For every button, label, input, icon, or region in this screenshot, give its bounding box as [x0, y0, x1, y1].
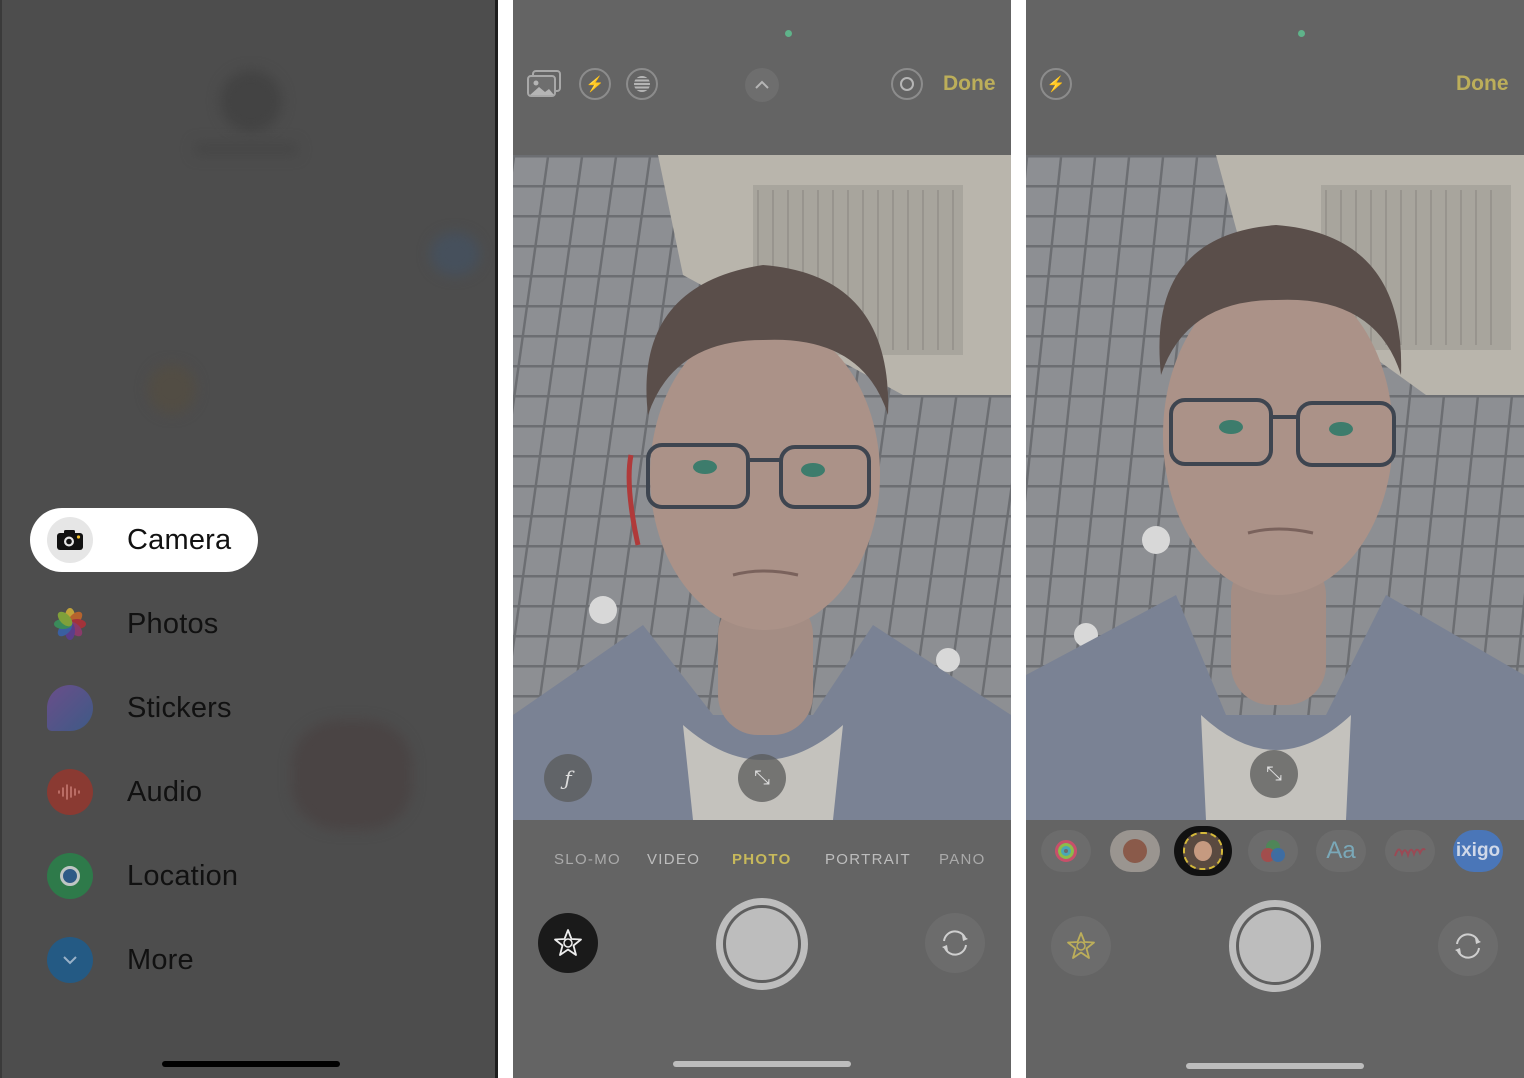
menu-item-label: Location [127, 859, 239, 892]
text-effect-label: Aa [1326, 837, 1356, 864]
filter-icon: ƒ [564, 766, 572, 790]
shapes-scribble-icon [1394, 848, 1426, 859]
effect-shapes[interactable] [1385, 830, 1435, 872]
camera-photo-mode-panel: ⚡ Done ƒ ⤡ SLO-MO VIDEO PHOTO PORTRAIT P… [513, 0, 1011, 1078]
mode-photo[interactable]: PHOTO [732, 851, 792, 868]
selfie-preview [513, 155, 1011, 820]
flip-camera-button[interactable] [925, 913, 985, 973]
flip-camera-icon [1455, 933, 1481, 959]
done-button[interactable]: Done [943, 72, 996, 96]
memoji-icon [1183, 832, 1223, 870]
expand-icon: ⤡ [1266, 762, 1282, 785]
chevron-down-icon [47, 937, 93, 983]
effects-button[interactable] [538, 913, 598, 973]
expand-controls-button[interactable] [745, 68, 779, 102]
camera-in-use-indicator [1298, 30, 1305, 37]
blurred-message-bubble [430, 232, 480, 276]
audio-waveform-icon [47, 769, 93, 815]
effect-memoji-selected[interactable] [1174, 826, 1232, 876]
mode-video[interactable]: VIDEO [647, 851, 700, 868]
blurred-contact-avatar [220, 70, 282, 132]
mode-portrait[interactable]: PORTRAIT [825, 851, 911, 868]
expand-frame-button[interactable]: ⤡ [738, 754, 786, 802]
live-toggle-button[interactable] [891, 68, 923, 100]
effects-star-icon-active [1067, 932, 1095, 959]
camera-viewfinder[interactable]: ⤡ [1026, 155, 1524, 820]
menu-item-label: Photos [127, 607, 219, 640]
blurred-contact-name [194, 142, 298, 156]
menu-item-label: Stickers [127, 691, 232, 724]
activity-rings-icon [1055, 840, 1077, 862]
mode-pano[interactable]: PANO [939, 851, 986, 868]
effect-ixigo[interactable]: ixigo [1453, 830, 1503, 872]
effect-text[interactable]: Aa [1316, 830, 1366, 872]
effect-filters[interactable] [1248, 830, 1298, 872]
menu-item-camera[interactable]: Camera [30, 508, 258, 572]
ixigo-app-label: ixigo [1455, 840, 1501, 861]
filters-icon [1261, 840, 1285, 862]
live-photo-icon [634, 76, 650, 92]
camera-in-use-indicator [785, 30, 792, 37]
filters-button[interactable]: ƒ [544, 754, 592, 802]
menu-item-location[interactable]: Location [30, 844, 238, 908]
selfie-preview [1026, 155, 1524, 820]
menu-item-stickers[interactable]: Stickers [30, 676, 232, 740]
menu-item-photos[interactable]: Photos [30, 592, 219, 656]
menu-item-label: Camera [127, 523, 232, 556]
camera-effects-panel: ⚡ Done ⤡ Aa ixigo [1026, 0, 1524, 1078]
location-icon [47, 853, 93, 899]
photo-library-button[interactable] [527, 70, 561, 103]
flip-camera-icon [942, 930, 968, 956]
expand-icon: ⤡ [754, 766, 770, 789]
live-photo-button[interactable] [626, 68, 658, 100]
effects-button[interactable] [1051, 916, 1111, 976]
effect-activity-rings[interactable] [1041, 830, 1091, 872]
blurred-photo [292, 720, 412, 830]
menu-item-label: More [127, 943, 194, 976]
live-off-icon [900, 77, 914, 91]
imessage-apps-panel: Camera Photos Stickers Audio Location Mo… [0, 0, 498, 1078]
shutter-button[interactable] [716, 898, 808, 990]
photos-icon [47, 601, 93, 647]
flash-icon: ⚡ [585, 76, 605, 93]
home-indicator[interactable] [1186, 1063, 1364, 1069]
done-button[interactable]: Done [1456, 72, 1509, 96]
expand-frame-button[interactable]: ⤡ [1250, 750, 1298, 798]
effect-memoji-stickers[interactable] [1110, 830, 1160, 872]
stickers-icon [47, 685, 93, 731]
mode-slo-mo[interactable]: SLO-MO [554, 851, 621, 868]
home-indicator[interactable] [673, 1061, 851, 1067]
flip-camera-button[interactable] [1438, 916, 1498, 976]
memoji-stickers-icon [1123, 839, 1147, 863]
flash-button[interactable]: ⚡ [579, 68, 611, 100]
shutter-button[interactable] [1229, 900, 1321, 992]
home-indicator[interactable] [162, 1061, 340, 1067]
chevron-up-icon [755, 80, 769, 89]
menu-item-more[interactable]: More [30, 928, 194, 992]
camera-viewfinder[interactable]: ƒ ⤡ [513, 155, 1011, 820]
camera-icon [47, 517, 93, 563]
flash-icon: ⚡ [1046, 76, 1066, 93]
flash-button[interactable]: ⚡ [1040, 68, 1072, 100]
photo-library-icon [527, 70, 561, 97]
menu-item-audio[interactable]: Audio [30, 760, 202, 824]
blurred-sticker [148, 364, 196, 414]
effects-star-icon [554, 929, 582, 956]
menu-item-label: Audio [127, 775, 203, 808]
